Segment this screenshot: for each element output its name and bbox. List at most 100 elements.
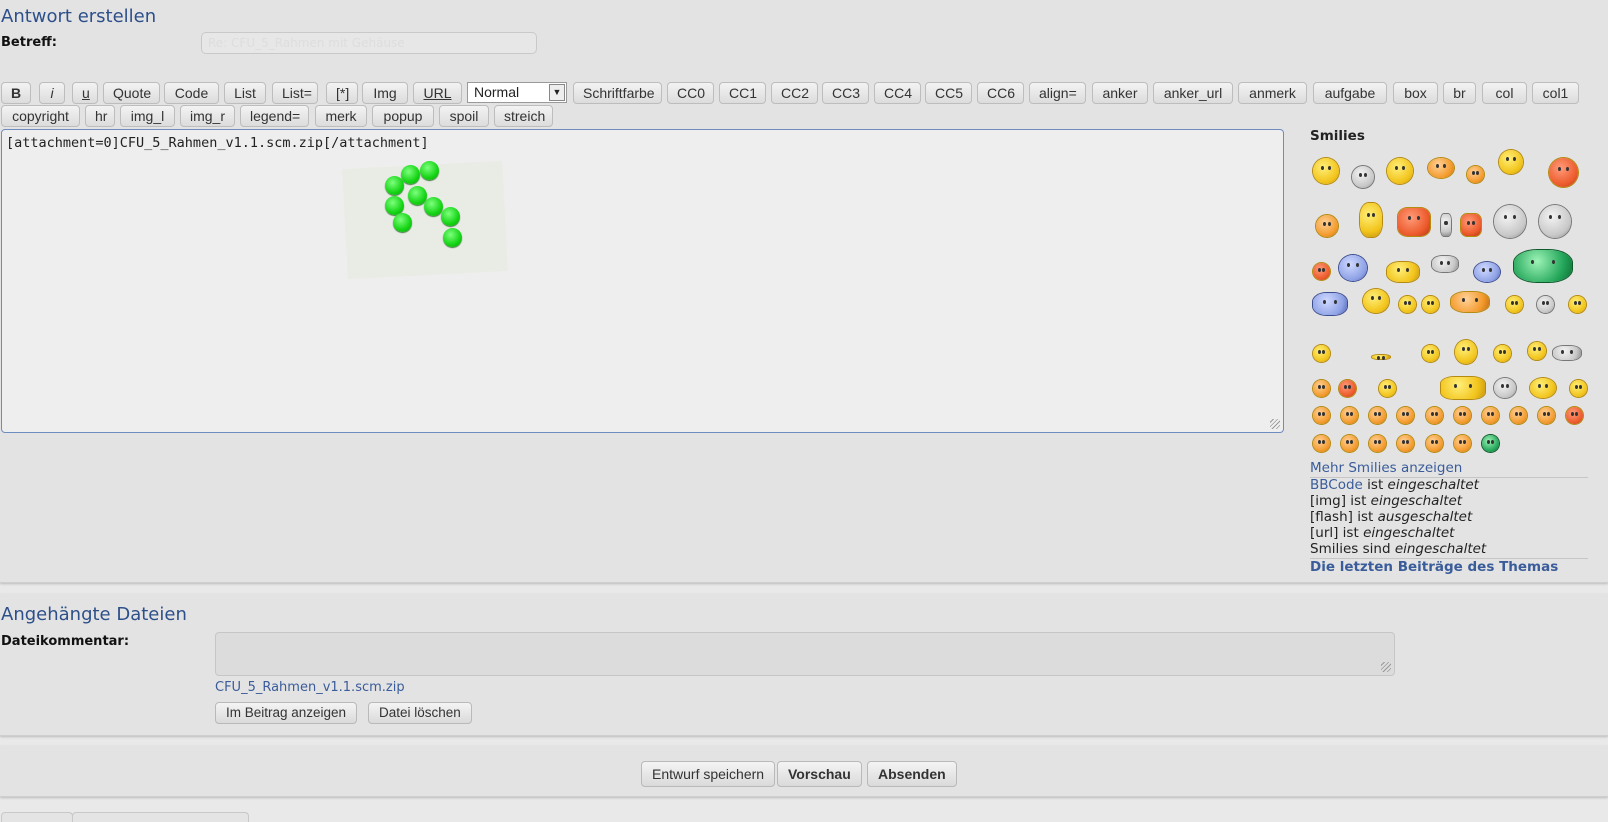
more-smilies-link[interactable]: Mehr Smilies anzeigen xyxy=(1310,460,1462,476)
list-item-button[interactable]: [*] xyxy=(326,82,358,104)
sick-icon[interactable] xyxy=(1363,289,1389,313)
bike-icon[interactable] xyxy=(1553,346,1581,360)
attachment-file-link[interactable]: CFU_5_Rahmen_v1.1.scm.zip xyxy=(215,680,405,695)
col1-button[interactable]: col1 xyxy=(1532,82,1579,104)
anker-url-button[interactable]: anker_url xyxy=(1153,82,1233,104)
br-button[interactable]: br xyxy=(1443,82,1476,104)
bbcode-link[interactable]: BBCode xyxy=(1310,477,1363,493)
heart-icon[interactable] xyxy=(1339,380,1356,397)
confused-icon[interactable] xyxy=(1454,407,1471,424)
mouse-question-icon[interactable] xyxy=(1494,205,1526,238)
list-numbered-button[interactable]: List= xyxy=(272,82,318,104)
streich-button[interactable]: streich xyxy=(494,105,553,127)
cc6-button[interactable]: CC6 xyxy=(977,82,1024,104)
legend-button[interactable]: legend= xyxy=(240,105,309,127)
quote-button[interactable]: Quote xyxy=(103,82,160,104)
resize-grip-icon[interactable] xyxy=(1270,419,1280,429)
underline-button[interactable]: u xyxy=(72,82,98,104)
rabbit-icon[interactable] xyxy=(1530,378,1556,398)
box-button[interactable]: box xyxy=(1393,82,1438,104)
dizzy-icon[interactable] xyxy=(1569,296,1586,313)
wave-icon[interactable] xyxy=(1387,158,1413,184)
file-comment-input[interactable] xyxy=(215,632,1395,676)
applause-icon[interactable] xyxy=(1313,293,1347,315)
razz-icon[interactable] xyxy=(1538,407,1555,424)
last-posts-link[interactable]: Die letzten Beiträge des Themas xyxy=(1310,559,1558,575)
resize-grip-icon[interactable] xyxy=(1381,662,1391,672)
cc5-button[interactable]: CC5 xyxy=(925,82,972,104)
aufgabe-button[interactable]: aufgabe xyxy=(1313,82,1387,104)
bird-icon[interactable] xyxy=(1432,256,1458,272)
wink-icon[interactable] xyxy=(1313,345,1330,362)
img-right-button[interactable]: img_r xyxy=(180,105,235,127)
think-icon[interactable] xyxy=(1506,296,1523,313)
drunk-icon[interactable] xyxy=(1422,345,1439,362)
bike-rider-icon[interactable] xyxy=(1528,342,1546,360)
last-posts-text[interactable]: Die letzten Beiträge des Themas xyxy=(1310,559,1558,575)
italic-button[interactable]: i xyxy=(39,82,65,104)
jump-icon[interactable] xyxy=(1499,150,1523,174)
delete-file-button[interactable]: Datei löschen xyxy=(368,702,472,724)
popup-button[interactable]: popup xyxy=(372,105,434,127)
col-button[interactable]: col xyxy=(1482,82,1527,104)
thumbs-up-icon[interactable] xyxy=(1474,262,1500,282)
hug-icon[interactable] xyxy=(1316,215,1338,237)
exclamation-icon[interactable] xyxy=(1397,435,1414,452)
smile-small-icon[interactable] xyxy=(1422,296,1439,313)
sad-icon[interactable] xyxy=(1369,435,1386,452)
save-draft-button[interactable]: Entwurf speichern xyxy=(641,761,776,787)
cc3-button[interactable]: CC3 xyxy=(822,82,869,104)
happy-icon[interactable] xyxy=(1494,345,1511,362)
scared-icon[interactable] xyxy=(1537,296,1554,313)
img-button[interactable]: Img xyxy=(362,82,408,104)
juggle-icon[interactable] xyxy=(1494,378,1516,398)
red-face-icon[interactable] xyxy=(1566,407,1583,424)
url-button[interactable]: URL xyxy=(413,82,462,104)
surprise-icon[interactable] xyxy=(1379,380,1396,397)
evil-icon[interactable] xyxy=(1341,435,1358,452)
tongue-icon[interactable] xyxy=(1549,158,1578,187)
angry-icon[interactable] xyxy=(1313,263,1330,280)
chevron-down-icon[interactable]: ▼ xyxy=(549,84,565,101)
mad-icon[interactable] xyxy=(1510,407,1527,424)
laugh-icon[interactable] xyxy=(1313,407,1330,424)
party-icon[interactable] xyxy=(1360,203,1382,237)
devil-cat-icon[interactable] xyxy=(1313,435,1330,452)
merk-button[interactable]: merk xyxy=(315,105,367,127)
smile-alt-icon[interactable] xyxy=(1369,407,1386,424)
cool-icon[interactable] xyxy=(1482,407,1499,424)
smile-small-icon[interactable] xyxy=(1399,296,1416,313)
cry-icon[interactable] xyxy=(1313,380,1330,397)
eek-icon[interactable] xyxy=(1426,407,1443,424)
cc4-button[interactable]: CC4 xyxy=(874,82,921,104)
neutral-icon[interactable] xyxy=(1341,407,1358,424)
computer-icon[interactable] xyxy=(1441,377,1485,399)
cc0-button[interactable]: CC0 xyxy=(667,82,714,104)
question-icon[interactable] xyxy=(1426,435,1443,452)
coffee-icon[interactable] xyxy=(1398,208,1430,236)
subject-input[interactable]: Re: CFU_5_Rahmen mit Gehäuse xyxy=(201,32,537,54)
blush-icon[interactable] xyxy=(1467,166,1484,183)
show-in-post-button[interactable]: Im Beitrag anzeigen xyxy=(215,702,358,724)
font-color-button[interactable]: Schriftfarbe xyxy=(573,82,662,104)
copyright-button[interactable]: copyright xyxy=(1,105,80,127)
blue-devil-icon[interactable] xyxy=(1339,255,1367,281)
hr-button[interactable]: hr xyxy=(85,105,115,127)
cat-icon[interactable] xyxy=(1352,166,1374,188)
list-button[interactable]: List xyxy=(224,82,266,104)
glass-icon[interactable] xyxy=(1441,214,1451,236)
shock-icon[interactable] xyxy=(1397,407,1414,424)
spoil-button[interactable]: spoil xyxy=(439,105,489,127)
flat-icon[interactable] xyxy=(1372,355,1390,361)
cc2-button[interactable]: CC2 xyxy=(771,82,818,104)
align-button[interactable]: align= xyxy=(1029,82,1086,104)
smile-icon[interactable] xyxy=(1313,158,1339,184)
green-grin-icon[interactable] xyxy=(1482,435,1499,452)
idea-icon[interactable] xyxy=(1454,435,1471,452)
code-button[interactable]: Code xyxy=(164,82,219,104)
more-smilies-text[interactable]: Mehr Smilies anzeigen xyxy=(1310,460,1462,476)
bold-button[interactable]: B xyxy=(1,82,31,104)
cc1-button[interactable]: CC1 xyxy=(719,82,766,104)
preview-button[interactable]: Vorschau xyxy=(777,761,862,787)
glasses-icon[interactable] xyxy=(1428,158,1454,178)
